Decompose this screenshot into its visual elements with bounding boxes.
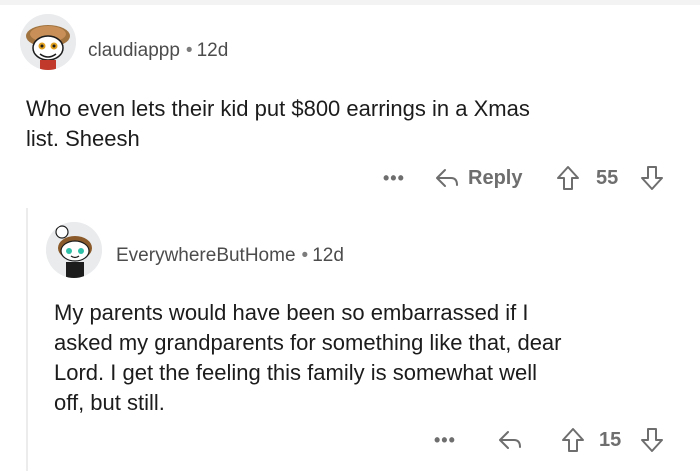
comment-actions: ••• Reply 55 (0, 163, 700, 193)
upvote-button[interactable] (561, 425, 585, 455)
downvote-button[interactable] (640, 425, 664, 455)
comment-body: My parents would have been so embarrasse… (54, 298, 694, 418)
comment-age[interactable]: 12d (312, 245, 344, 266)
reply-button[interactable]: Reply (434, 163, 522, 193)
downvote-button[interactable] (640, 163, 664, 193)
avatar[interactable] (20, 14, 76, 70)
more-options-button[interactable]: ••• (383, 163, 405, 193)
comment-text-line: off, but still. (54, 390, 165, 415)
downvote-arrow-icon (641, 166, 663, 190)
upvote-arrow-icon (562, 428, 584, 452)
avatar[interactable] (46, 222, 102, 278)
comment-age[interactable]: 12d (197, 40, 229, 61)
comment-actions: ••• 15 (0, 425, 700, 455)
reply-arrow-icon (436, 169, 458, 187)
reply-arrow-icon (499, 431, 521, 449)
upvote-button[interactable] (556, 163, 580, 193)
comment-body: Who even lets their kid put $800 earring… (26, 94, 686, 154)
comment-header: EverywhereButHome • 12d (116, 245, 344, 267)
comment-text-line: list. Sheesh (26, 126, 140, 151)
more-options-button[interactable]: ••• (434, 425, 456, 455)
username[interactable]: claudiappp (88, 40, 180, 61)
downvote-arrow-icon (641, 428, 663, 452)
vote-count: 15 (599, 428, 622, 451)
top-divider (0, 0, 700, 5)
comment-text-line: My parents would have been so embarrasse… (54, 300, 529, 325)
snoo-avatar-icon (20, 14, 76, 70)
separator-dot: • (301, 245, 309, 266)
comment-text-line: Who even lets their kid put $800 earring… (26, 96, 530, 121)
vote-count: 55 (596, 166, 619, 189)
comment-header: claudiappp • 12d (88, 40, 228, 62)
username[interactable]: EverywhereButHome (116, 245, 296, 266)
snoo-avatar-icon (46, 222, 102, 278)
comment-text-line: asked my grandparents for something like… (54, 330, 562, 355)
upvote-arrow-icon (557, 166, 579, 190)
reply-label: Reply (468, 166, 523, 189)
comment-text-line: Lord. I get the feeling this family is s… (54, 360, 538, 385)
separator-dot: • (185, 40, 193, 61)
reply-button[interactable] (497, 425, 523, 455)
